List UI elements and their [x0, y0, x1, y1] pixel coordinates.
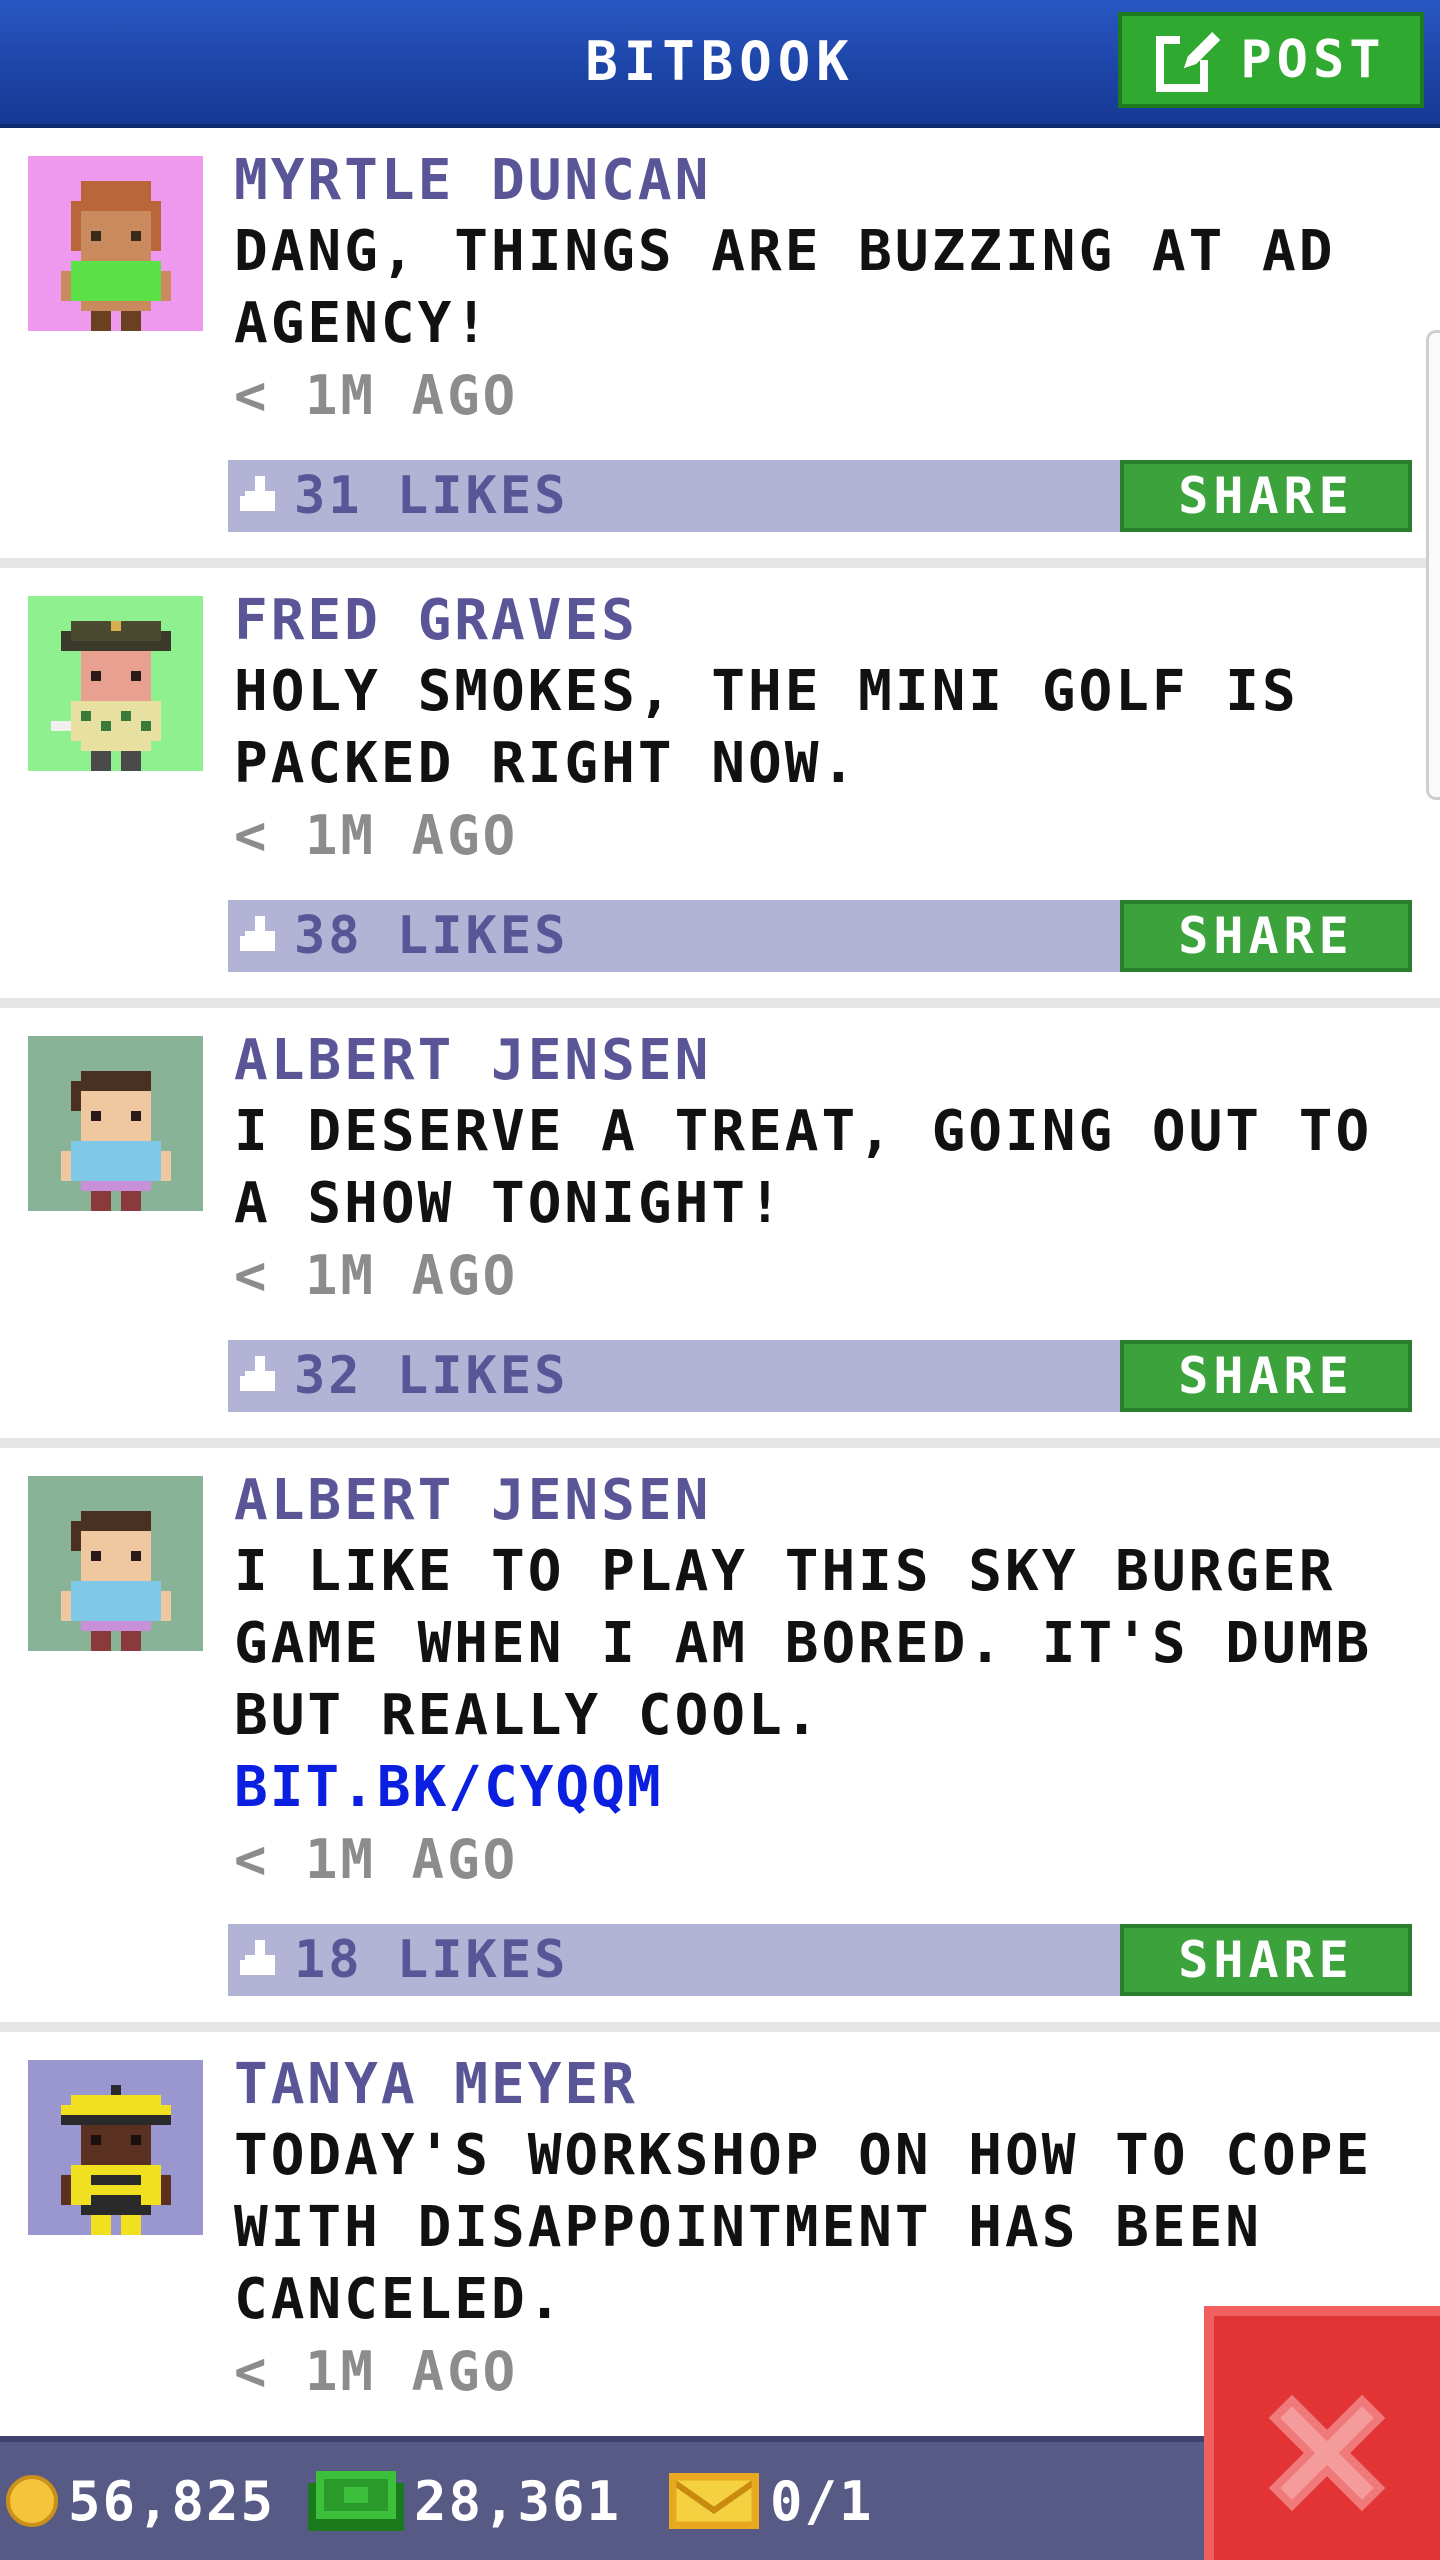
like-button[interactable]: 32 LIKES	[240, 1340, 568, 1412]
likes-bar: 18 LIKES SHARE	[228, 1924, 1412, 1996]
author-name[interactable]: TANYA MEYER	[234, 2050, 1416, 2120]
post-time: < 1M AGO	[234, 364, 519, 427]
avatar	[28, 1476, 203, 1651]
post-button-label: POST	[1240, 30, 1386, 90]
likes-count: 18 LIKES	[294, 1930, 569, 1990]
post-text: I LIKE TO PLAY THIS SKY BURGER GAME WHEN…	[234, 1539, 1373, 1748]
post-text: I DESERVE A TREAT, GOING OUT TO A SHOW T…	[234, 1099, 1373, 1236]
bux-stat: 28,361	[308, 2442, 621, 2560]
like-button[interactable]: 38 LIKES	[240, 900, 568, 972]
share-button[interactable]: SHARE	[1120, 1924, 1412, 1996]
feed-post: FRED GRAVES HOLY SMOKES, THE MINI GOLF I…	[0, 568, 1440, 1008]
tickets-value: 0/1	[770, 2469, 874, 2533]
bitbook-screen: BITBOOK POST MYRTLE DUNCAN DANG, THINGS …	[0, 0, 1440, 2560]
feed-post: ALBERT JENSEN I LIKE TO PLAY THIS SKY BU…	[0, 1448, 1440, 2032]
tickets-stat: 0/1	[668, 2442, 874, 2560]
author-name[interactable]: ALBERT JENSEN	[234, 1466, 1416, 1536]
thumbs-up-icon	[240, 1940, 275, 1975]
ticket-icon	[669, 2473, 759, 2529]
feed-list: MYRTLE DUNCAN DANG, THINGS ARE BUZZING A…	[0, 128, 1440, 2552]
coins-value: 56,825	[68, 2469, 276, 2533]
feed-post: MYRTLE DUNCAN DANG, THINGS ARE BUZZING A…	[0, 128, 1440, 568]
share-button[interactable]: SHARE	[1120, 900, 1412, 972]
avatar	[28, 596, 203, 771]
header-bar: BITBOOK POST	[0, 0, 1440, 128]
likes-count: 31 LIKES	[294, 466, 569, 526]
likes-bar: 38 LIKES SHARE	[228, 900, 1412, 972]
share-button[interactable]: SHARE	[1120, 460, 1412, 532]
share-button[interactable]: SHARE	[1120, 1340, 1412, 1412]
likes-bar: 31 LIKES SHARE	[228, 460, 1412, 532]
post-link[interactable]: BIT.BK/CYQQM	[234, 1752, 1416, 1824]
author-name[interactable]: ALBERT JENSEN	[234, 1026, 1416, 1096]
post-text: TODAY'S WORKSHOP ON HOW TO COPE WITH DIS…	[234, 2123, 1373, 2332]
thumbs-up-icon	[240, 1356, 275, 1391]
thumbs-up-icon	[240, 916, 275, 951]
post-time: < 1M AGO	[234, 1244, 519, 1307]
post-content: ALBERT JENSEN I DESERVE A TREAT, GOING O…	[234, 1026, 1416, 1312]
close-button[interactable]	[1204, 2306, 1440, 2560]
post-text: DANG, THINGS ARE BUZZING AT AD AGENCY!	[234, 219, 1336, 356]
post-content: FRED GRAVES HOLY SMOKES, THE MINI GOLF I…	[234, 586, 1416, 872]
author-name[interactable]: FRED GRAVES	[234, 586, 1416, 656]
scrollbar[interactable]	[1426, 330, 1440, 800]
avatar	[28, 2060, 203, 2235]
post-time: < 1M AGO	[234, 804, 519, 867]
thumbs-up-icon	[240, 476, 275, 511]
post-time: < 1M AGO	[234, 1828, 519, 1891]
author-name[interactable]: MYRTLE DUNCAN	[234, 146, 1416, 216]
avatar	[28, 156, 203, 331]
bux-value: 28,361	[414, 2469, 622, 2533]
post-text: HOLY SMOKES, THE MINI GOLF IS PACKED RIG…	[234, 659, 1299, 796]
feed-post: ALBERT JENSEN I DESERVE A TREAT, GOING O…	[0, 1008, 1440, 1448]
post-content: MYRTLE DUNCAN DANG, THINGS ARE BUZZING A…	[234, 146, 1416, 432]
compose-icon	[1156, 28, 1221, 92]
post-button[interactable]: POST	[1118, 12, 1424, 108]
bux-icon	[308, 2471, 404, 2531]
like-button[interactable]: 31 LIKES	[240, 460, 568, 532]
coin-icon	[6, 2475, 58, 2527]
post-content: ALBERT JENSEN I LIKE TO PLAY THIS SKY BU…	[234, 1466, 1416, 1896]
coins-stat: 56,825	[6, 2442, 275, 2560]
like-button[interactable]: 18 LIKES	[240, 1924, 568, 1996]
likes-count: 38 LIKES	[294, 906, 569, 966]
likes-bar: 32 LIKES SHARE	[228, 1340, 1412, 1412]
avatar	[28, 1036, 203, 1211]
likes-count: 32 LIKES	[294, 1346, 569, 1406]
close-icon	[1268, 2394, 1386, 2512]
